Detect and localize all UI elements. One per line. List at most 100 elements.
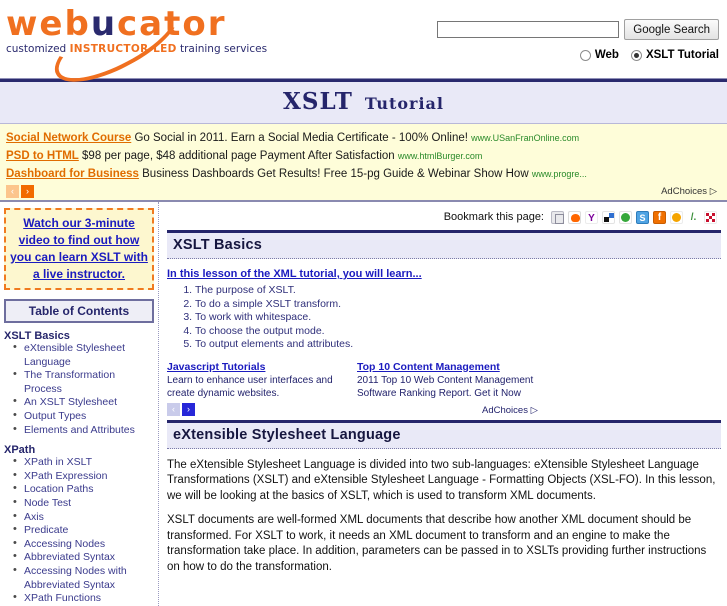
inline-ad-block: Javascript Tutorials Learn to enhance us… [167, 361, 721, 416]
sidebar-item-xsl[interactable]: eXtensible Stylesheet Language [13, 341, 154, 369]
facebook-icon[interactable]: f [653, 210, 666, 224]
ad-prev-arrow-icon[interactable]: ‹ [6, 185, 19, 198]
section-header-xslt-basics: XSLT Basics [167, 230, 721, 259]
body-paragraph: The eXtensible Stylesheet Language is di… [167, 458, 716, 502]
delicious-icon[interactable] [551, 210, 564, 224]
ad-pager: ‹ › [6, 185, 721, 198]
google-search-button[interactable]: Google Search [624, 19, 719, 40]
toc-list: XPath in XSLT XPath Expression Location … [4, 455, 154, 606]
ad-row: Social Network Course Go Social in 2011.… [6, 130, 721, 146]
ad-title[interactable]: PSD to HTML [6, 150, 79, 162]
bookmark-label: Bookmark this page: [443, 211, 544, 223]
radio-site[interactable] [630, 49, 642, 61]
sidebar-item-elements-attrs[interactable]: Elements and Attributes [13, 423, 154, 438]
inline-ad-next-arrow-icon[interactable]: › [182, 402, 195, 416]
logo-tagline-2: INSTRUCTOR-LED [69, 43, 177, 55]
page-title-banner: XSLT Tutorial [0, 82, 727, 124]
stumbleupon-icon[interactable]: S [636, 210, 649, 224]
sidebar-item-transformation[interactable]: The Transformation Process [13, 368, 154, 396]
main-content: Bookmark this page: Y S f /. XSLT Basics… [159, 202, 727, 606]
page-title-secondary: Tutorial [364, 94, 444, 113]
ad-url[interactable]: www.USanFranOnline.com [471, 133, 579, 143]
ad-row: PSD to HTML $98 per page, $48 additional… [6, 148, 721, 164]
body-paragraph: XSLT documents are well-formed XML docum… [167, 514, 707, 573]
sidebar-item-xpath-expression[interactable]: XPath Expression [13, 469, 154, 484]
bookmark-bar: Bookmark this page: Y S f /. [167, 208, 721, 226]
windows-live-icon[interactable] [602, 210, 615, 224]
adchoices-label: AdChoices [661, 186, 708, 197]
list-item: To output elements and attributes. [195, 338, 721, 352]
radio-site-label: XSLT Tutorial [645, 49, 719, 61]
orange-bookmark-icon[interactable] [670, 210, 683, 224]
search-row: Google Search [429, 19, 719, 40]
search-input[interactable] [437, 21, 620, 38]
sidebar-item-xpath-functions[interactable]: XPath Functions [13, 591, 154, 606]
search-area: Google Search Web XSLT Tutorial [429, 19, 719, 61]
sidebar-item-axis[interactable]: Axis [13, 510, 154, 525]
toc-list: eXtensible Stylesheet Language The Trans… [4, 341, 154, 438]
inline-adchoices-icon: ▷ [530, 404, 538, 416]
inline-ad-description: 2011 Top 10 Web Content Management Softw… [357, 374, 534, 399]
sidebar-item-xpath-in-xslt[interactable]: XPath in XSLT [13, 455, 154, 470]
lesson-objectives-link[interactable]: In this lesson of the XML tutorial, you … [167, 268, 721, 280]
toc-group-title: XSLT Basics [4, 330, 70, 342]
logo-tagline: customized INSTRUCTOR-LED training servi… [6, 43, 267, 56]
qrcode-icon[interactable] [704, 210, 717, 224]
inline-ad-columns: Javascript Tutorials Learn to enhance us… [167, 361, 721, 400]
sidebar-item-node-test[interactable]: Node Test [13, 496, 154, 511]
sidebar-item-abbreviated-syntax[interactable]: Abbreviated Syntax [13, 550, 154, 565]
logo-wordmark: webucator [6, 6, 258, 42]
lesson-objectives-list: The purpose of XSLT. To do a simple XSLT… [167, 284, 721, 352]
ad-title[interactable]: Dashboard for Business [6, 168, 139, 180]
radio-web[interactable] [579, 49, 591, 61]
adchoices-icon: ▷ [709, 186, 717, 197]
top-ad-block: Social Network Course Go Social in 2011.… [0, 124, 727, 202]
page-header: webucator customized INSTRUCTOR-LED trai… [0, 0, 727, 98]
logo-part-cator: cator [117, 4, 227, 44]
section-header-xsl: eXtensible Stylesheet Language [167, 419, 721, 449]
ad-next-arrow-icon[interactable]: › [21, 185, 34, 198]
video-promo-link[interactable]: Watch our 3-minute video to find out how… [10, 216, 148, 281]
ad-title[interactable]: Social Network Course [6, 132, 131, 144]
table-of-contents-button[interactable]: Table of Contents [4, 299, 154, 323]
sidebar-item-stylesheet[interactable]: An XSLT Stylesheet [13, 395, 154, 410]
sidebar: Watch our 3-minute video to find out how… [0, 202, 159, 606]
technorati-icon[interactable] [619, 210, 632, 224]
ad-description: $98 per page, $48 additional page Paymen… [82, 150, 395, 162]
ad-url[interactable]: www.htmlBurger.com [398, 151, 483, 161]
logo-tagline-1: customized [6, 43, 70, 55]
reddit-icon[interactable] [568, 210, 581, 224]
adchoices-link[interactable]: AdChoices ▷ [661, 186, 717, 197]
ad-url[interactable]: www.progre... [532, 169, 587, 179]
section-title: XSLT Basics [173, 237, 262, 253]
inline-adchoices-label: AdChoices [482, 404, 528, 416]
search-scope-options: Web XSLT Tutorial [429, 49, 719, 61]
inline-ad-prev-arrow-icon[interactable]: ‹ [167, 402, 180, 416]
logo-tagline-3: training services [176, 43, 268, 55]
yahoo-buzz-icon[interactable]: Y [585, 210, 598, 224]
video-promo-box[interactable]: Watch our 3-minute video to find out how… [4, 208, 154, 290]
section-title: eXtensible Stylesheet Language [173, 426, 401, 443]
list-item: The purpose of XSLT. [195, 284, 721, 298]
inline-ad: Javascript Tutorials Learn to enhance us… [167, 361, 347, 400]
radio-web-label: Web [594, 49, 619, 61]
inline-ad-title[interactable]: Javascript Tutorials [167, 361, 265, 373]
sidebar-item-output-types[interactable]: Output Types [13, 409, 154, 424]
inline-ad: Top 10 Content Management 2011 Top 10 We… [357, 361, 537, 400]
list-item: To do a simple XSLT transform. [195, 298, 721, 312]
ad-description: Go Social in 2011. Earn a Social Media C… [134, 132, 468, 144]
slashdot-icon[interactable]: /. [687, 210, 700, 224]
sidebar-item-accessing-nodes-abbrev[interactable]: Accessing Nodes with Abbreviated Syntax [13, 564, 154, 592]
list-item: To work with whitespace. [195, 311, 721, 325]
sidebar-item-location-paths[interactable]: Location Paths [13, 482, 154, 497]
inline-adchoices-link[interactable]: AdChoices ▷ [482, 405, 538, 416]
logo-part-web: web [6, 4, 91, 44]
sidebar-item-predicate[interactable]: Predicate [13, 523, 154, 538]
list-item: To choose the output mode. [195, 325, 721, 339]
inline-ad-title[interactable]: Top 10 Content Management [357, 361, 500, 373]
toc-group-title: XPath [4, 444, 36, 457]
inline-ad-description: Learn to enhance user interfaces and cre… [167, 374, 333, 399]
site-logo[interactable]: webucator customized INSTRUCTOR-LED trai… [6, 0, 267, 98]
logo-part-u: u [90, 4, 118, 44]
inline-ad-pager: ‹ › [167, 402, 721, 416]
